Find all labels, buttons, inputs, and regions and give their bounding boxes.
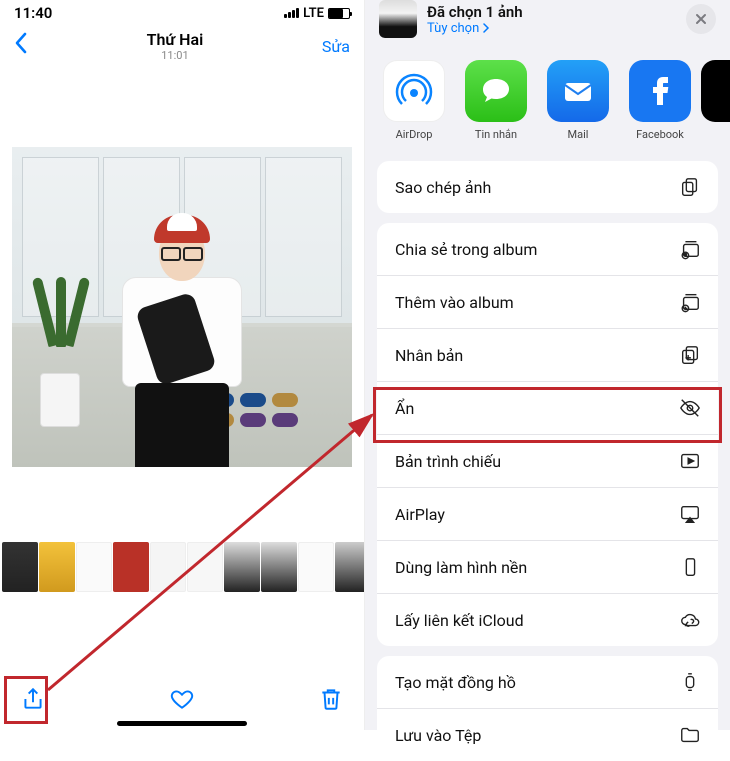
action-share-album[interactable]: Chia sẻ trong album: [377, 223, 718, 276]
delete-button[interactable]: [318, 686, 344, 712]
add-album-icon: [678, 291, 702, 313]
action-label: Dùng làm hình nền: [395, 558, 527, 577]
photo: [12, 147, 352, 467]
thumbnail[interactable]: [39, 542, 75, 592]
action-label: Chia sẻ trong album: [395, 240, 537, 259]
thumbnail-strip[interactable]: [0, 542, 364, 592]
thumbnail[interactable]: [298, 542, 334, 592]
app-label: Facebook: [636, 128, 684, 141]
cloud-link-icon: [678, 609, 702, 631]
chevron-left-icon: [14, 32, 28, 54]
close-button[interactable]: [686, 4, 716, 34]
edit-button[interactable]: Sửa: [322, 37, 350, 56]
action-label: AirPlay: [395, 505, 445, 524]
trash-icon: [318, 686, 344, 712]
thumbnail[interactable]: [76, 542, 112, 592]
app-messages[interactable]: Tin nhắn: [455, 60, 537, 141]
photo-viewer[interactable]: [0, 72, 364, 542]
action-label: Lưu vào Tệp: [395, 726, 481, 745]
action-duplicate[interactable]: Nhân bản: [377, 329, 718, 382]
close-icon: [695, 13, 707, 25]
status-bar: 11:40 LTE: [0, 0, 364, 24]
app-label: AirDrop: [396, 128, 433, 141]
watch-icon: [678, 671, 702, 693]
action-copy-photo[interactable]: Sao chép ảnh: [377, 161, 718, 213]
phone-icon: [678, 556, 702, 578]
app-partial[interactable]: [701, 60, 730, 141]
action-group: Sao chép ảnh: [377, 161, 718, 213]
thumbnail[interactable]: [335, 542, 364, 592]
action-label: Thêm vào album: [395, 293, 514, 312]
nav-header: Thứ Hai 11:01 Sửa: [0, 24, 364, 72]
thumbnail[interactable]: [2, 542, 38, 592]
shared-album-icon: [678, 238, 702, 260]
folder-icon: [678, 724, 702, 746]
thumbnail[interactable]: [224, 542, 260, 592]
action-label: Nhân bản: [395, 346, 463, 365]
duplicate-icon: [678, 344, 702, 366]
action-icloud-link[interactable]: Lấy liên kết iCloud: [377, 594, 718, 646]
home-indicator[interactable]: [117, 721, 247, 726]
facebook-icon: [629, 60, 691, 122]
cellular-signal-icon: [284, 8, 299, 18]
status-time: 11:40: [14, 4, 52, 22]
airplay-icon: [678, 503, 702, 525]
action-label: Bản trình chiếu: [395, 452, 501, 471]
back-button[interactable]: [14, 32, 28, 60]
options-label: Tùy chọn: [427, 21, 479, 36]
thumbnail[interactable]: [150, 542, 186, 592]
action-watch-face[interactable]: Tạo mặt đồng hồ: [377, 656, 718, 709]
app-label: Mail: [568, 128, 589, 141]
thumbnail[interactable]: [261, 542, 297, 592]
thumbnail[interactable]: [187, 542, 223, 592]
copy-icon: [678, 176, 702, 198]
mail-icon: [547, 60, 609, 122]
highlight-hide-action: [373, 387, 722, 443]
thumbnail[interactable]: [113, 542, 149, 592]
app-icon-partial: [701, 60, 730, 122]
action-save-files[interactable]: Lưu vào Tệp: [377, 709, 718, 761]
action-label: Tạo mặt đồng hồ: [395, 673, 516, 692]
nav-title: Thứ Hai: [28, 30, 322, 49]
action-wallpaper[interactable]: Dùng làm hình nền: [377, 541, 718, 594]
action-group: Tạo mặt đồng hồ Lưu vào Tệp: [377, 656, 718, 761]
heart-icon: [169, 686, 195, 712]
battery-icon: [328, 8, 350, 19]
sheet-header: Đã chọn 1 ảnh Tùy chọn: [365, 0, 730, 46]
app-label: Tin nhắn: [475, 128, 517, 141]
action-airplay[interactable]: AirPlay: [377, 488, 718, 541]
messages-icon: [465, 60, 527, 122]
share-apps-row[interactable]: AirDrop Tin nhắn Mail Facebook: [365, 46, 730, 151]
sheet-title: Đã chọn 1 ảnh: [427, 3, 676, 21]
app-airdrop[interactable]: AirDrop: [373, 60, 455, 141]
action-label: Sao chép ảnh: [395, 178, 491, 197]
play-icon: [678, 450, 702, 472]
airdrop-icon: [383, 60, 445, 122]
chevron-right-icon: [481, 23, 491, 33]
action-label: Lấy liên kết iCloud: [395, 611, 524, 630]
options-button[interactable]: Tùy chọn: [427, 21, 676, 36]
favorite-button[interactable]: [169, 686, 195, 712]
app-facebook[interactable]: Facebook: [619, 60, 701, 141]
app-mail[interactable]: Mail: [537, 60, 619, 141]
share-sheet: Đã chọn 1 ảnh Tùy chọn AirDrop: [365, 0, 730, 730]
bottom-toolbar: [0, 686, 364, 712]
highlight-share: [4, 676, 48, 724]
photos-app: 11:40 LTE Thứ Hai 11:01 Sửa: [0, 0, 365, 730]
sheet-thumbnail: [379, 0, 417, 38]
nav-subtitle: 11:01: [28, 49, 322, 62]
status-right: LTE: [284, 6, 350, 21]
action-add-album[interactable]: Thêm vào album: [377, 276, 718, 329]
network-label: LTE: [303, 6, 324, 21]
